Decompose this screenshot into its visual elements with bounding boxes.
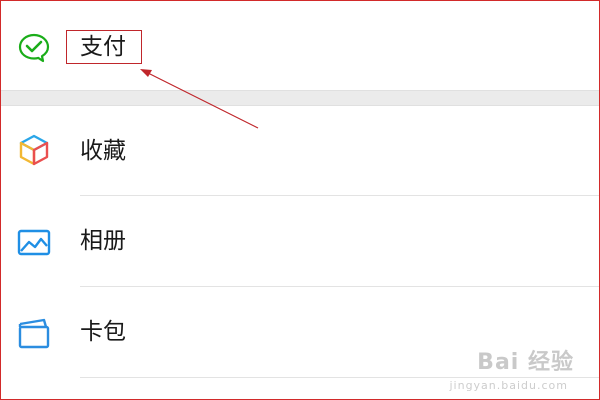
menu-item-card-wallet-label: 卡包 [80,319,126,345]
menu-item-album-label: 相册 [80,228,126,254]
section-gap [0,90,600,106]
watermark-url: jingyan.baidu.com [449,379,568,392]
menu-item-favorites[interactable]: 收藏 [0,106,600,196]
favorites-cube-icon [19,134,49,166]
divider [80,377,600,378]
card-wallet-icon [18,318,50,349]
album-picture-icon [17,229,51,256]
annotation-highlight-box [66,30,142,64]
wechat-pay-icon [18,33,50,63]
watermark-logo: Bai 经验 [477,350,574,375]
menu-item-album[interactable]: 相册 [0,196,600,286]
menu-item-favorites-label: 收藏 [80,138,126,164]
